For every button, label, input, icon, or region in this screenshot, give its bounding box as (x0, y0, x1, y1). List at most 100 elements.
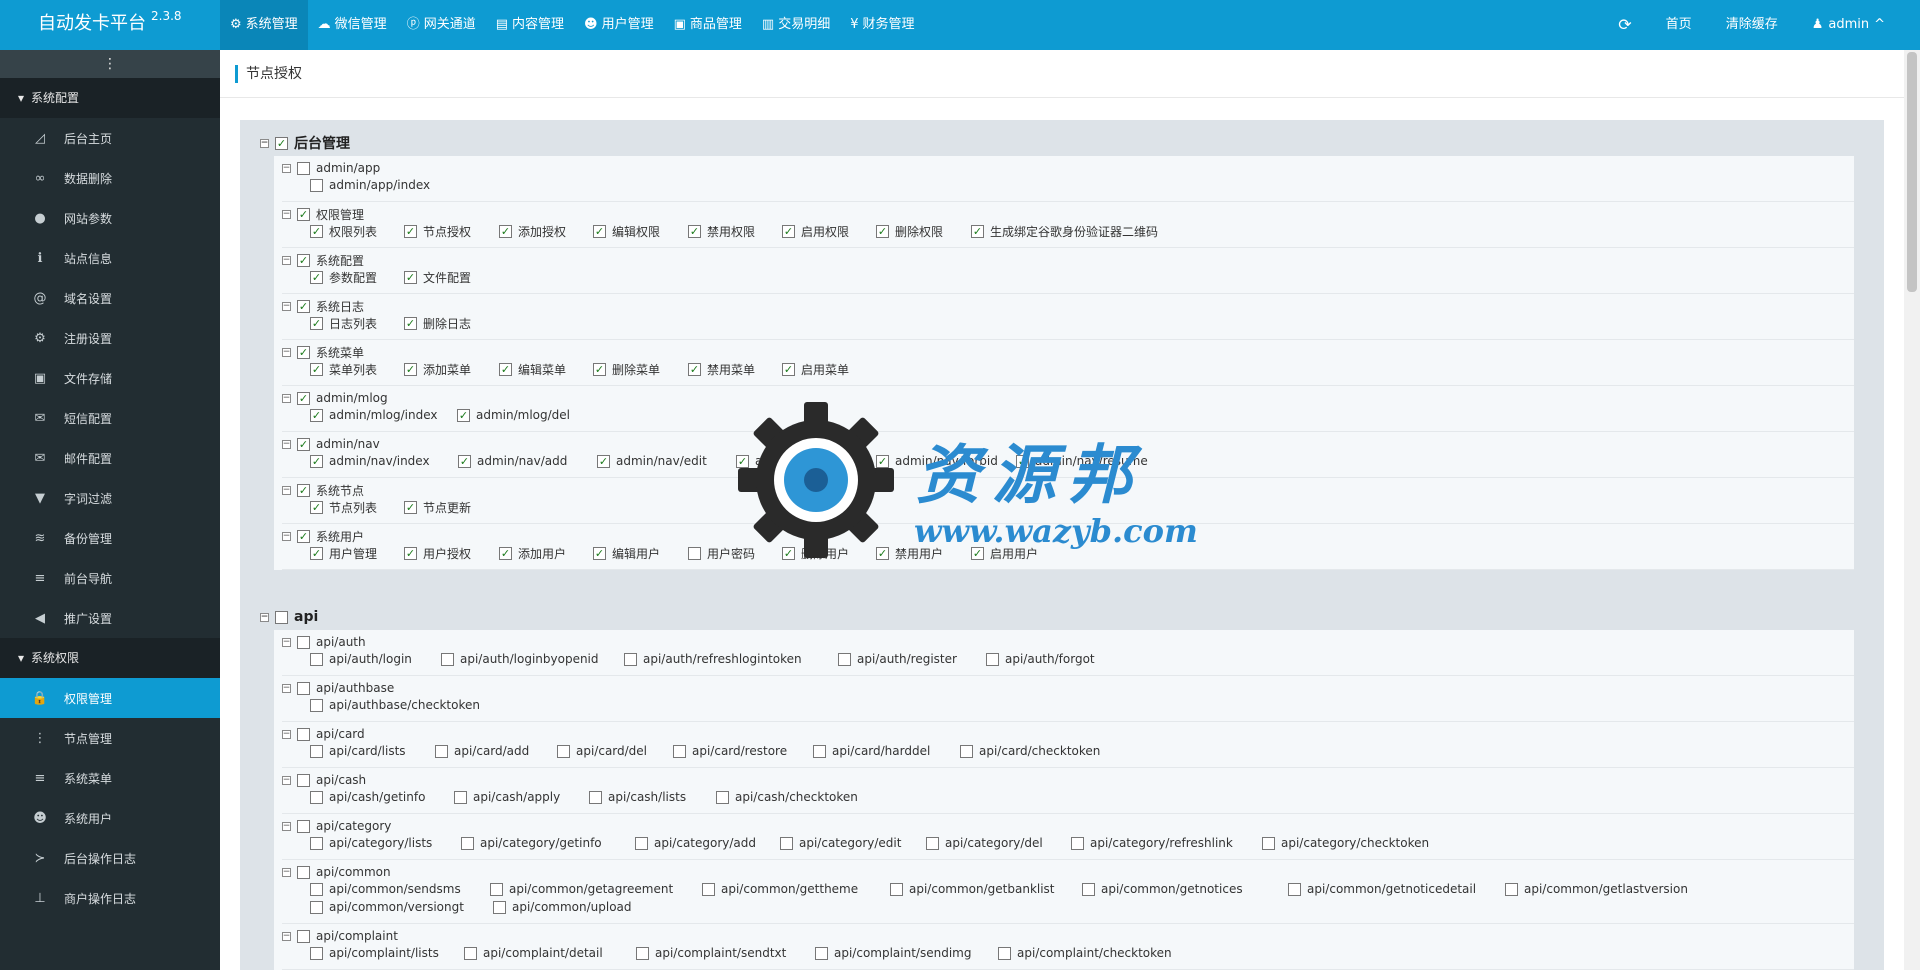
node-leaf[interactable]: api/category/add (635, 834, 756, 852)
node-leaf[interactable]: 参数配置 (310, 268, 377, 286)
sidebar-item-config_items-12[interactable]: ◀ 推广设置 (0, 598, 220, 638)
collapse-toggle-icon[interactable]: − (260, 138, 269, 148)
sidebar-item-config_items-9[interactable]: ▼ 字词过滤 (0, 478, 220, 518)
node-checkbox[interactable] (876, 224, 889, 238)
node-group-checkbox[interactable] (297, 727, 310, 741)
sidebar-item-auth_items-3[interactable]: ☻ 系统用户 (0, 798, 220, 838)
node-leaf[interactable]: admin/app/index (310, 176, 430, 194)
node-leaf[interactable]: api/auth/register (838, 650, 957, 668)
node-leaf[interactable]: api/card/add (435, 742, 529, 760)
node-leaf[interactable]: 日志列表 (310, 314, 377, 332)
node-group-checkbox[interactable] (297, 681, 310, 695)
sidebar-item-config_items-1[interactable]: ∞ 数据删除 (0, 158, 220, 198)
node-leaf[interactable]: api/category/del (926, 834, 1043, 852)
node-leaf[interactable]: api/common/getagreement (490, 880, 673, 898)
sidebar-item-config_items-5[interactable]: ⚙ 注册设置 (0, 318, 220, 358)
refresh-button[interactable]: ⟳ (1601, 0, 1648, 50)
sidebar-item-auth_items-0[interactable]: 🔒 权限管理 (0, 678, 220, 718)
sidebar-item-config_items-0[interactable]: ◿ 后台主页 (0, 118, 220, 158)
node-checkbox[interactable] (926, 836, 939, 850)
node-checkbox[interactable] (876, 546, 889, 560)
node-leaf[interactable]: 节点更新 (404, 498, 471, 516)
node-checkbox[interactable] (499, 224, 512, 238)
node-leaf[interactable]: admin/mlog/del (457, 406, 570, 424)
node-checkbox[interactable] (716, 790, 729, 804)
topnav-item-7[interactable]: ¥ 财务管理 (840, 0, 924, 50)
node-group-checkbox[interactable] (297, 773, 310, 787)
topnav-item-0[interactable]: ⚙ 系统管理 (220, 0, 308, 50)
node-leaf[interactable]: 用户密码 (688, 544, 755, 562)
sidebar-toggle[interactable]: ⋮ (0, 50, 220, 78)
node-checkbox[interactable] (404, 224, 417, 238)
collapse-toggle-icon[interactable]: − (282, 729, 291, 739)
node-leaf[interactable]: 添加用户 (499, 544, 566, 562)
node-checkbox[interactable] (688, 362, 701, 376)
collapse-toggle-icon[interactable]: − (282, 255, 291, 265)
node-checkbox[interactable] (688, 546, 701, 560)
node-checkbox[interactable] (310, 408, 323, 422)
node-leaf[interactable]: 禁用用户 (876, 544, 943, 562)
node-checkbox[interactable] (780, 836, 793, 850)
node-leaf[interactable]: 节点授权 (404, 222, 471, 240)
node-checkbox[interactable] (493, 900, 506, 914)
app-brand[interactable]: 自动发卡平台 2.3.8 (0, 0, 220, 50)
node-checkbox[interactable] (310, 882, 323, 896)
node-checkbox[interactable] (1262, 836, 1275, 850)
node-group-header[interactable]: − api/auth (282, 634, 366, 650)
topnav-item-6[interactable]: ▥ 交易明细 (752, 0, 840, 50)
node-leaf[interactable]: 删除用户 (782, 544, 849, 562)
node-checkbox[interactable] (557, 744, 570, 758)
node-leaf[interactable]: admin/nav/forbid (876, 452, 998, 470)
node-leaf[interactable]: 禁用权限 (688, 222, 755, 240)
topnav-item-4[interactable]: ☻ 用户管理 (574, 0, 664, 50)
node-checkbox[interactable] (593, 224, 606, 238)
node-checkbox[interactable] (461, 836, 474, 850)
collapse-toggle-icon[interactable]: − (282, 867, 291, 877)
node-checkbox[interactable] (593, 546, 606, 560)
sidebar-item-config_items-8[interactable]: ✉ 邮件配置 (0, 438, 220, 478)
node-leaf[interactable]: 权限列表 (310, 222, 377, 240)
node-group-header[interactable]: − 系统配置 (282, 252, 364, 268)
node-group-header[interactable]: − 系统日志 (282, 298, 364, 314)
node-group-header[interactable]: − api/card (282, 726, 365, 742)
node-leaf[interactable]: api/card/del (557, 742, 647, 760)
node-checkbox[interactable] (736, 454, 749, 468)
node-checkbox[interactable] (636, 946, 649, 960)
collapse-toggle-icon[interactable]: − (282, 931, 291, 941)
sidebar-item-auth_items-4[interactable]: ≻ 后台操作日志 (0, 838, 220, 878)
node-checkbox[interactable] (1082, 882, 1095, 896)
collapse-toggle-icon[interactable]: − (282, 485, 291, 495)
node-group-header[interactable]: − api/authbase (282, 680, 394, 696)
node-leaf[interactable]: api/category/getinfo (461, 834, 602, 852)
sidebar-item-config_items-6[interactable]: ▣ 文件存储 (0, 358, 220, 398)
node-group-checkbox[interactable] (297, 207, 310, 221)
node-checkbox[interactable] (310, 224, 323, 238)
node-checkbox[interactable] (404, 362, 417, 376)
node-leaf[interactable]: 节点列表 (310, 498, 377, 516)
node-group-checkbox[interactable] (297, 161, 310, 175)
node-checkbox[interactable] (310, 698, 323, 712)
node-checkbox[interactable] (435, 744, 448, 758)
node-leaf[interactable]: admin/nav/resume (1016, 452, 1148, 470)
node-group-checkbox[interactable] (297, 253, 310, 267)
user-menu[interactable]: ♟ admin ^ (1795, 0, 1902, 50)
node-checkbox[interactable] (310, 316, 323, 330)
topnav-item-2[interactable]: ⓟ 网关通道 (397, 0, 486, 50)
node-group-header[interactable]: − api/common (282, 864, 391, 880)
node-checkbox[interactable] (404, 316, 417, 330)
module-checkbox[interactable] (275, 610, 288, 624)
collapse-toggle-icon[interactable]: − (282, 531, 291, 541)
collapse-toggle-icon[interactable]: − (282, 683, 291, 693)
node-group-checkbox[interactable] (297, 529, 310, 543)
node-checkbox[interactable] (310, 836, 323, 850)
node-leaf[interactable]: 文件配置 (404, 268, 471, 286)
node-checkbox[interactable] (624, 652, 637, 666)
node-checkbox[interactable] (702, 882, 715, 896)
node-group-checkbox[interactable] (297, 299, 310, 313)
clear-cache-link[interactable]: 清除缓存 (1709, 0, 1795, 50)
node-leaf[interactable]: 删除权限 (876, 222, 943, 240)
node-checkbox[interactable] (635, 836, 648, 850)
node-leaf[interactable]: api/common/sendsms (310, 880, 461, 898)
sidebar-group-system-config[interactable]: ▾ 系统配置 (0, 78, 220, 118)
topnav-item-5[interactable]: ▣ 商品管理 (664, 0, 752, 50)
